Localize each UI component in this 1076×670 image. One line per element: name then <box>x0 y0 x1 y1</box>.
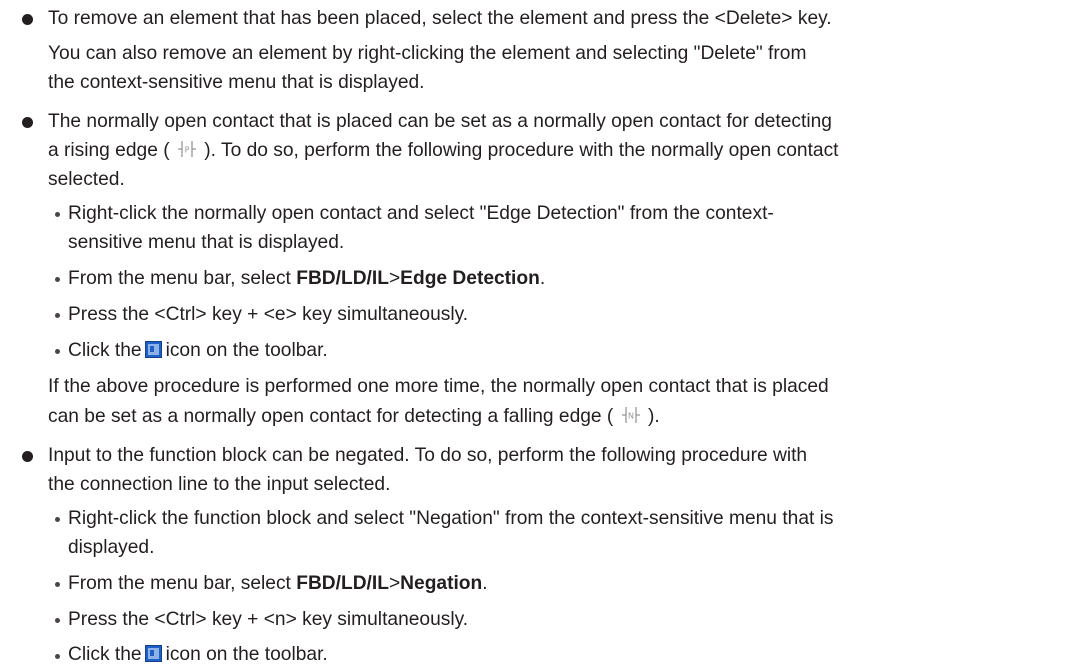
paragraph-line: Click the icon on the toolbar. <box>68 337 328 365</box>
bullet-icon <box>22 451 33 462</box>
text-fragment: can be set as a normally open contact fo… <box>48 406 614 427</box>
menu-name: FBD/LD/IL <box>296 268 389 289</box>
paragraph-line: The normally open contact that is placed… <box>48 111 832 132</box>
sub-bullet-icon <box>55 654 60 659</box>
paragraph-line: Right-click the function block and selec… <box>68 508 834 529</box>
bullet-icon <box>22 117 33 128</box>
paragraph-line: Input to the function block can be negat… <box>48 445 808 466</box>
sub-bullet-icon <box>55 212 60 217</box>
paragraph-line: Press the <Ctrl> key + <e> key simultane… <box>68 304 469 325</box>
text-fragment: . <box>539 268 546 289</box>
paragraph-line: the context-sensitive menu that is displ… <box>48 72 425 93</box>
paragraph-line: a rising edge ( P ). To do so, perform t… <box>48 137 839 165</box>
negation-toolbar-icon <box>144 645 162 662</box>
text-fragment: . <box>482 573 488 594</box>
text-fragment: Click the <box>68 644 142 665</box>
paragraph-line: displayed. <box>68 537 155 558</box>
menu-item-name: Edge Detection <box>400 268 540 289</box>
paragraph-line: the connection line to the input selecte… <box>48 474 391 495</box>
text-fragment: ). To do so, perform the following proce… <box>204 140 839 161</box>
sub-bullet-icon <box>55 582 60 587</box>
rising-edge-contact-icon: P <box>177 140 197 158</box>
paragraph-line: Right-click the normally open contact an… <box>68 203 774 224</box>
text-fragment: ). <box>648 406 660 427</box>
menu-name: FBD/LD/IL <box>296 573 389 594</box>
sub-bullet-icon <box>55 618 60 623</box>
paragraph-line: From the menu bar, select FBD/LD/IL>Nega… <box>68 570 488 598</box>
text-fragment: icon on the toolbar. <box>165 644 328 665</box>
manual-page: To remove an element that has been place… <box>0 0 1076 670</box>
paragraph-line: sensitive menu that is displayed. <box>68 232 345 253</box>
falling-edge-contact-icon: N <box>621 406 641 424</box>
paragraph-line: To remove an element that has been place… <box>48 8 832 29</box>
paragraph-line: Click the icon on the toolbar. <box>68 641 328 669</box>
paragraph-line: selected. <box>48 169 125 190</box>
paragraph-line: can be set as a normally open contact fo… <box>48 403 660 431</box>
text-fragment: a rising edge ( <box>48 140 170 161</box>
falling-glyph: N <box>628 412 634 421</box>
text-fragment: From the menu bar, select <box>68 268 297 289</box>
rising-glyph: P <box>185 146 190 155</box>
text-fragment: icon on the toolbar. <box>165 340 328 361</box>
text-fragment: Click the <box>68 340 142 361</box>
edge-detection-toolbar-icon <box>144 341 162 358</box>
sub-bullet-icon <box>55 349 60 354</box>
paragraph-line: From the menu bar, select FBD/LD/IL>Edge… <box>68 265 545 293</box>
menu-separator: > <box>388 573 401 594</box>
paragraph-line: You can also remove an element by right-… <box>48 43 807 64</box>
bullet-icon <box>22 14 33 25</box>
text-fragment: From the menu bar, select <box>68 573 297 594</box>
paragraph-line: Press the <Ctrl> key + <n> key simultane… <box>68 609 469 630</box>
sub-bullet-icon <box>55 313 60 318</box>
sub-bullet-icon <box>55 277 60 282</box>
sub-bullet-icon <box>55 517 60 522</box>
menu-item-name: Negation <box>400 573 483 594</box>
paragraph-line: If the above procedure is performed one … <box>48 376 829 397</box>
menu-separator: > <box>388 268 401 289</box>
